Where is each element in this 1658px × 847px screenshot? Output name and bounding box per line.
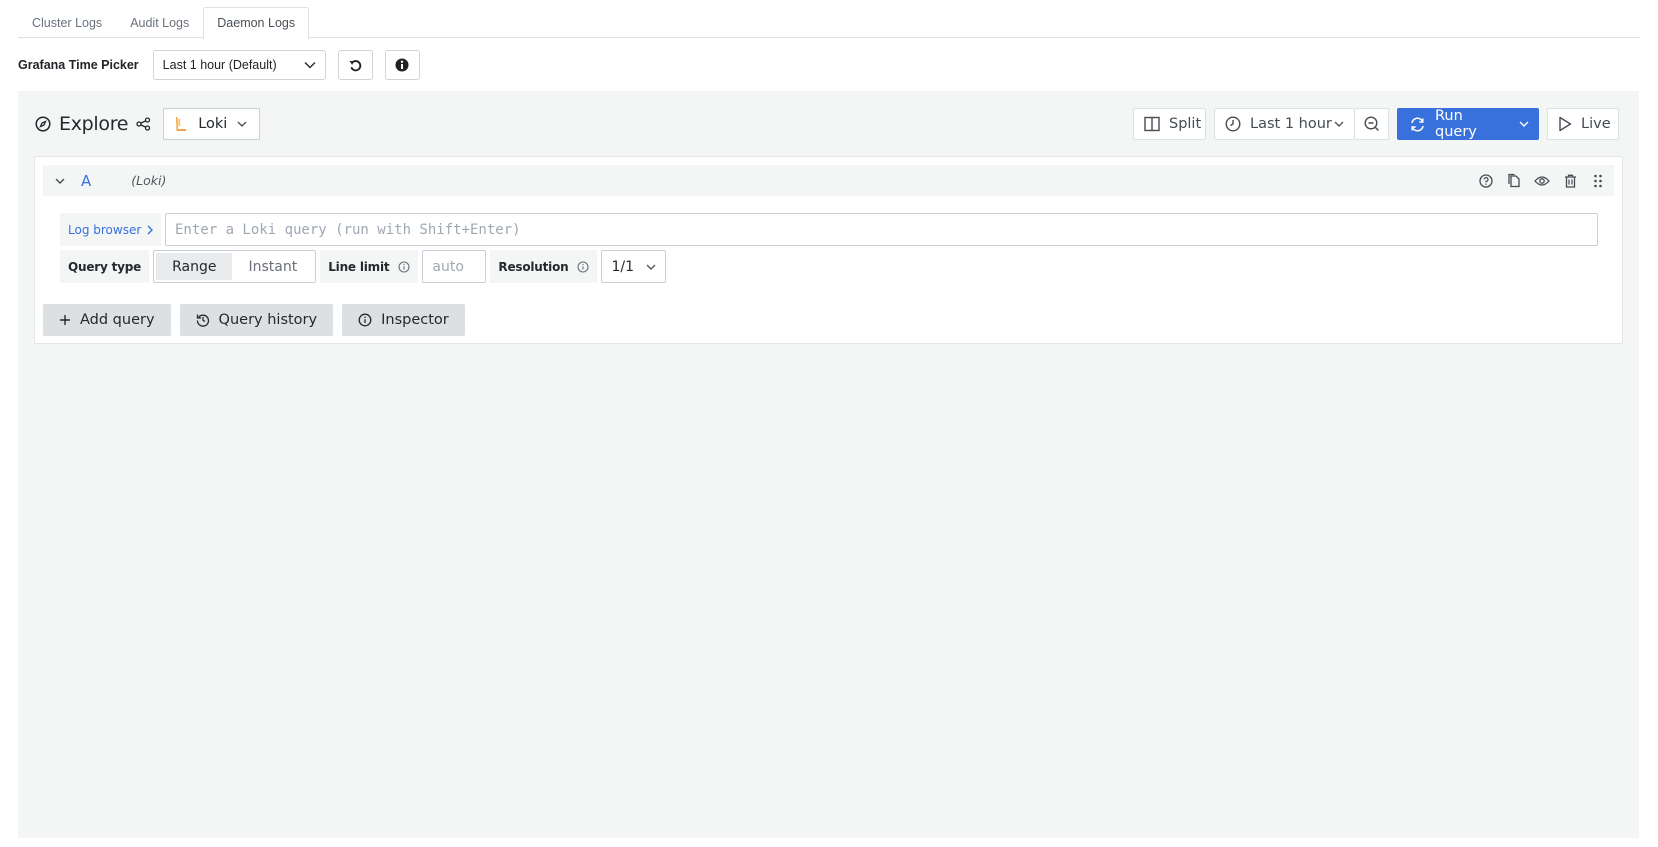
log-tabs: Cluster Logs Audit Logs Daemon Logs	[18, 7, 1640, 39]
chevron-down-icon	[646, 264, 656, 270]
info-circle-icon[interactable]	[398, 260, 410, 273]
datasource-picker[interactable]: Loki	[163, 108, 261, 140]
loki-query-input[interactable]: Enter a Loki query (run with Shift+Enter…	[165, 213, 1598, 246]
share-icon[interactable]	[136, 117, 151, 131]
resolution-label-box: Resolution	[490, 250, 598, 283]
query-history-label: Query history	[218, 312, 318, 328]
chevron-down-icon	[304, 61, 316, 69]
explore-header: Explore Loki	[35, 108, 261, 140]
live-button[interactable]: Live	[1547, 108, 1619, 140]
explore-title: Explore	[59, 113, 129, 135]
inspector-button[interactable]: Inspector	[342, 304, 465, 336]
query-input-row: Log browser Enter a Loki query (run with…	[60, 213, 1598, 246]
time-range-select[interactable]: Last 1 hour (Default)	[152, 50, 326, 80]
add-query-button[interactable]: Add query	[43, 304, 171, 336]
drag-handle-icon[interactable]	[1590, 173, 1606, 189]
chevron-down-icon	[1519, 121, 1529, 127]
chevron-down-icon	[1334, 121, 1344, 127]
clock-icon	[1225, 116, 1241, 132]
tab-audit-logs[interactable]: Audit Logs	[116, 7, 203, 38]
resolution-select[interactable]: 1/1	[601, 250, 667, 283]
run-query-button[interactable]: Run query	[1397, 108, 1539, 140]
run-query-dropdown[interactable]	[1509, 121, 1539, 127]
resolution-value: 1/1	[611, 258, 634, 275]
query-history-button[interactable]: Query history	[179, 304, 334, 336]
chevron-down-icon	[237, 121, 247, 127]
inspector-label: Inspector	[381, 312, 449, 328]
history-icon	[196, 313, 210, 327]
plus-icon	[59, 314, 71, 326]
eye-icon[interactable]	[1534, 173, 1550, 189]
tab-daemon-logs[interactable]: Daemon Logs	[203, 7, 310, 39]
split-label: Split	[1169, 116, 1202, 132]
query-row-header: A (Loki)	[43, 165, 1614, 196]
line-limit-label-box: Line limit	[320, 250, 419, 283]
add-query-label: Add query	[80, 312, 155, 328]
copy-icon[interactable]	[1506, 173, 1522, 189]
play-icon	[1558, 116, 1572, 132]
query-type-range[interactable]: Range	[156, 253, 233, 280]
log-browser-label: Log browser	[68, 222, 142, 237]
loki-logo-icon	[174, 116, 188, 132]
live-label: Live	[1581, 116, 1611, 132]
query-datasource-label: (Loki)	[131, 173, 167, 188]
zoom-out-icon	[1363, 116, 1380, 132]
grafana-time-picker-row: Grafana Time Picker Last 1 hour (Default…	[18, 50, 432, 80]
time-range-label: Last 1 hour	[1250, 116, 1332, 132]
refresh-icon	[349, 59, 362, 72]
sync-icon	[1409, 116, 1426, 133]
run-query-label: Run query	[1435, 108, 1477, 140]
info-circle-icon	[395, 58, 409, 72]
query-type-instant[interactable]: Instant	[232, 253, 313, 280]
compass-icon	[35, 116, 51, 132]
query-editor-panel: A (Loki) Log browser Enter a Loki query …	[34, 156, 1623, 344]
line-limit-label: Line limit	[328, 259, 390, 274]
resolution-label: Resolution	[498, 259, 569, 274]
info-circle-icon[interactable]	[577, 260, 590, 273]
query-row-actions	[1478, 173, 1614, 189]
tab-cluster-logs[interactable]: Cluster Logs	[18, 7, 116, 38]
line-limit-input[interactable]: auto	[422, 250, 487, 283]
zoom-out-button[interactable]	[1355, 108, 1389, 140]
chevron-right-icon	[147, 225, 154, 235]
help-icon[interactable]	[1478, 173, 1494, 189]
time-range-picker[interactable]: Last 1 hour	[1214, 108, 1355, 140]
trash-icon[interactable]	[1562, 173, 1578, 189]
log-browser-button[interactable]: Log browser	[60, 213, 161, 246]
info-button[interactable]	[384, 50, 420, 80]
columns-icon	[1144, 116, 1160, 132]
query-type-label: Query type	[60, 250, 150, 283]
explore-panel: Explore Loki Split Last 1 hour Run query…	[18, 91, 1639, 838]
query-ref-id[interactable]: A	[81, 172, 91, 190]
time-range-value: Last 1 hour (Default)	[162, 58, 277, 72]
collapse-chevron-icon[interactable]	[55, 178, 67, 184]
time-picker-label: Grafana Time Picker	[18, 58, 139, 72]
query-actions-row: Add query Query history Inspector	[43, 304, 465, 336]
refresh-button[interactable]	[337, 50, 373, 80]
explore-toolbar: Split Last 1 hour Run query Live	[1133, 108, 1619, 140]
info-circle-icon	[358, 313, 372, 327]
datasource-name: Loki	[198, 116, 228, 132]
query-type-radio-group: Range Instant	[153, 250, 317, 283]
split-button[interactable]: Split	[1133, 108, 1206, 140]
query-options-row: Query type Range Instant Line limit auto…	[60, 250, 667, 283]
